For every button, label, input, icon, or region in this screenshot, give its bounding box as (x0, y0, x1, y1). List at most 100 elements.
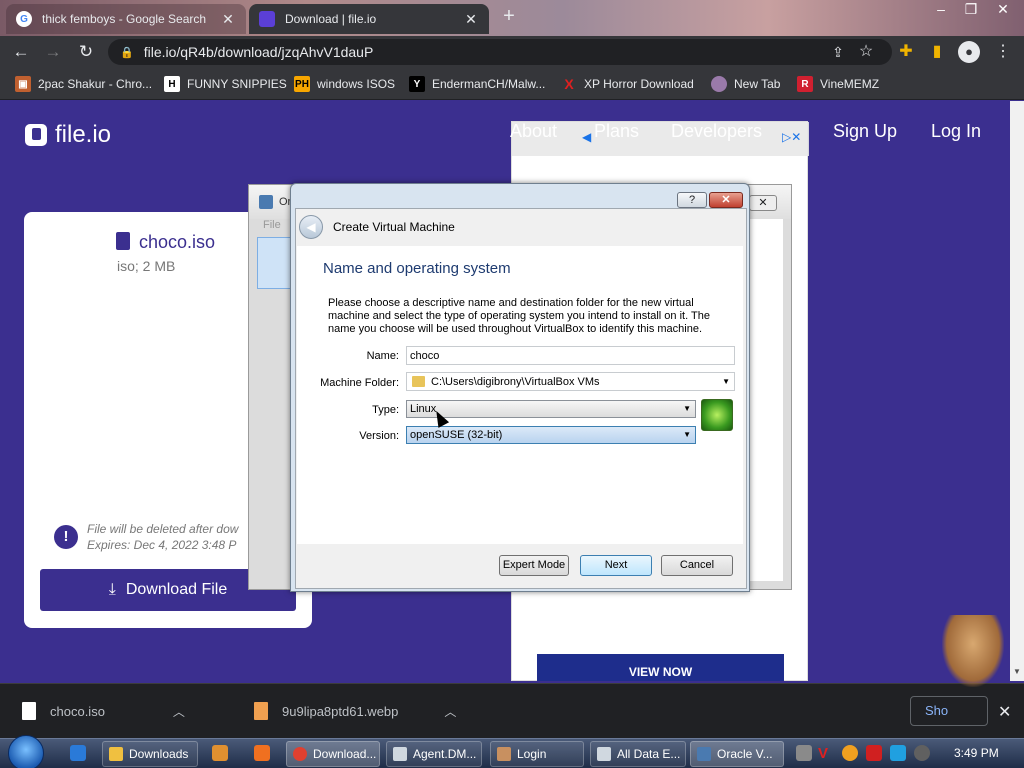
create-vm-dialog[interactable]: ? ✕ ◀ Create Virtual Machine Name and op… (290, 183, 750, 592)
file-name: choco.iso (139, 232, 216, 252)
file-icon (116, 232, 130, 250)
bookmark-star-icon[interactable]: ☆ (855, 41, 877, 63)
machine-folder-combo[interactable]: C:\Users\digibrony\VirtualBox VMs ▼ (406, 372, 735, 391)
file-meta: iso; 2 MB (117, 258, 176, 274)
next-button[interactable]: Next (580, 555, 652, 576)
dialog-content: Name and operating system Please choose … (297, 246, 743, 544)
address-bar[interactable]: 🔒 file.io/qR4b/download/jzqAhvV1dauP (108, 39, 892, 65)
taskbar-login[interactable]: Login (490, 741, 584, 767)
bookmark-vinememz[interactable]: R VineMEMZ (797, 75, 879, 93)
virtualbox-icon (259, 195, 273, 209)
download-item-webp[interactable]: 9u9lipa8ptd61.webp ︿ (254, 696, 456, 726)
view-now-button[interactable]: VIEW NOW (537, 654, 784, 681)
app-icon[interactable] (254, 745, 270, 761)
chevron-up-icon[interactable]: ︿ (173, 703, 185, 720)
file-io-logo[interactable]: file.io (25, 121, 111, 149)
h-icon: H (164, 76, 180, 92)
dialog-close-button[interactable]: ✕ (709, 192, 743, 208)
bookmark-xp-horror[interactable]: X XP Horror Download (561, 75, 694, 93)
bookmark-2pac[interactable]: ▣ 2pac Shakur - Chro... (15, 75, 152, 93)
show-all-button[interactable]: Sho (910, 696, 988, 726)
extensions-icon[interactable]: ✚ (895, 41, 917, 63)
bookmark-windows-isos[interactable]: PH windows ISOS (294, 75, 395, 93)
tab-title: thick femboys - Google Search (42, 12, 207, 26)
x-icon: X (564, 76, 574, 92)
nav-developers[interactable]: Developers (671, 121, 762, 142)
close-icon[interactable]: ✕ (463, 11, 479, 28)
bookmark-label: XP Horror Download (584, 77, 694, 91)
bookmark-new-tab[interactable]: New Tab (711, 75, 780, 93)
tab-title: Download | file.io (285, 12, 377, 26)
media-player-icon[interactable] (212, 745, 228, 761)
help-button[interactable]: ? (677, 192, 707, 208)
close-window-icon[interactable]: ✕ (988, 0, 1018, 20)
bookmark-label: 2pac Shakur - Chro... (38, 77, 153, 91)
download-item-choco-iso[interactable]: choco.iso ︿ (22, 696, 185, 726)
page-heading: Name and operating system (323, 260, 511, 277)
tab-google-search[interactable]: G thick femboys - Google Search ✕ (6, 4, 246, 34)
tray-flag-icon[interactable] (866, 745, 882, 761)
tray-icon[interactable] (796, 745, 812, 761)
share-icon[interactable]: ⇪ (827, 41, 849, 63)
page-scrollbar[interactable]: ▼ (1010, 101, 1024, 681)
ad-prev-icon[interactable]: ◀ (582, 130, 591, 144)
profile-avatar-icon[interactable]: ● (958, 41, 980, 63)
downloads-shelf: choco.iso ︿ 9u9lipa8ptd61.webp ︿ Sho ✕ (0, 683, 1024, 738)
chevron-up-icon[interactable]: ︿ (444, 703, 456, 720)
start-button[interactable] (8, 735, 44, 768)
back-icon[interactable]: ← (9, 40, 33, 64)
menu-kebab-icon[interactable]: ⋮ (992, 41, 1014, 63)
close-shelf-icon[interactable]: ✕ (998, 702, 1011, 722)
delete-note: File will be deleted after dow (87, 522, 239, 536)
tray-search-icon[interactable] (842, 745, 858, 761)
chevron-down-icon: ▼ (683, 430, 691, 439)
machine-folder-label: Machine Folder: (320, 377, 399, 389)
cancel-button[interactable]: Cancel (661, 555, 733, 576)
close-icon[interactable]: ✕ (749, 195, 777, 211)
taskbar-chrome-download[interactable]: Download... (286, 741, 380, 767)
type-select[interactable]: Linux ▼ (406, 400, 696, 418)
tray-v-icon[interactable]: V (818, 745, 834, 762)
ad-choices-icon[interactable]: ▷✕ (782, 130, 801, 144)
scroll-down-icon[interactable]: ▼ (1013, 667, 1021, 676)
tray-volume-icon[interactable] (914, 745, 930, 761)
tab-file-io[interactable]: Download | file.io ✕ (249, 4, 489, 34)
taskbar-downloads[interactable]: Downloads (102, 741, 198, 767)
taskbar-clock[interactable]: 3:49 PM (954, 746, 999, 760)
nav-about[interactable]: About (510, 121, 557, 142)
version-value: openSUSE (32-bit) (410, 429, 503, 441)
taskbar-agent-dm[interactable]: Agent.DM... (386, 741, 482, 767)
bookmark-favicon-icon (711, 76, 727, 92)
internet-explorer-icon[interactable] (70, 745, 86, 761)
version-select[interactable]: openSUSE (32-bit) ▼ (406, 426, 696, 444)
close-icon[interactable]: ✕ (220, 11, 236, 28)
chevron-down-icon[interactable]: ▼ (722, 377, 730, 386)
vbox-menu-file[interactable]: File (263, 219, 281, 231)
nav-plans[interactable]: Plans (594, 121, 639, 142)
back-arrow-icon[interactable]: ◀ (299, 215, 323, 239)
folder-icon (109, 747, 123, 761)
bookmark-label: EndermanCH/Malw... (432, 77, 546, 91)
taskbar-oracle-vbox[interactable]: Oracle V... (690, 741, 784, 767)
reload-icon[interactable]: ↻ (74, 40, 98, 64)
bookmark-funny-snippies[interactable]: H FUNNY SNIPPIES (164, 75, 287, 93)
minimize-icon[interactable]: – (926, 0, 956, 20)
app-icon (497, 747, 511, 761)
download-icon: ⤓ (108, 581, 116, 598)
file-icon (22, 702, 36, 720)
bookmark-label: FUNNY SNIPPIES (187, 77, 287, 91)
expert-mode-button[interactable]: Expert Mode (499, 555, 569, 576)
nav-sign-up[interactable]: Sign Up (833, 121, 897, 142)
name-input[interactable]: choco (406, 346, 735, 365)
new-tab-icon[interactable]: + (498, 6, 520, 28)
bookmark-endermanch[interactable]: Y EndermanCH/Malw... (409, 75, 545, 93)
nav-log-in[interactable]: Log In (931, 121, 981, 142)
browser-toolbar: ← → ↻ 🔒 file.io/qR4b/download/jzqAhvV1da… (0, 36, 1024, 68)
side-panel-icon[interactable]: ▮ (926, 41, 948, 63)
taskbar-all-data[interactable]: All Data E... (590, 741, 686, 767)
forward-icon[interactable]: → (41, 40, 65, 64)
tray-monitor-icon[interactable] (890, 745, 906, 761)
window-icon (393, 747, 407, 761)
opensuse-os-icon (701, 399, 733, 431)
restore-icon[interactable]: ❐ (956, 0, 986, 20)
